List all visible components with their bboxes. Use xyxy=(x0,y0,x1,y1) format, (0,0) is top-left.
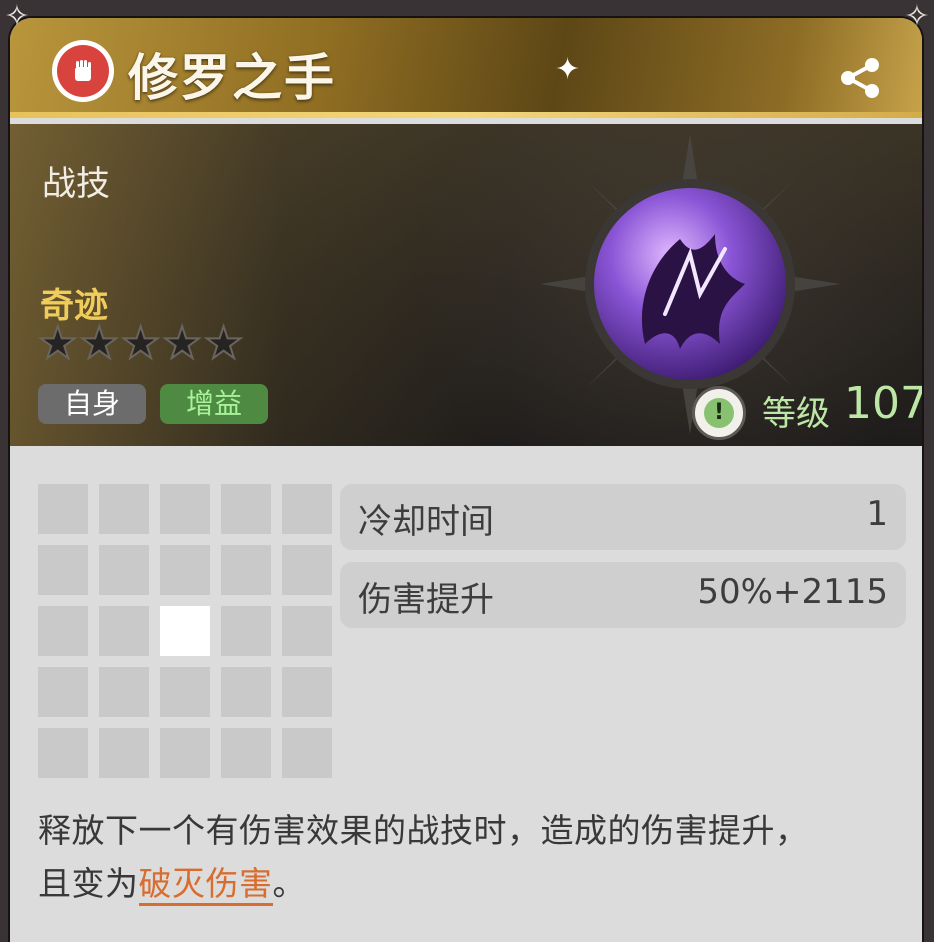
tag-buff: 增益 xyxy=(160,384,268,424)
description-line2: 且变为 xyxy=(38,864,139,903)
grid-cell xyxy=(282,667,332,717)
star-rating: ★ ★ ★ ★ ★ xyxy=(37,318,244,369)
grid-cell xyxy=(160,484,210,534)
exclamation-icon: ! xyxy=(692,386,746,440)
grid-cell xyxy=(221,728,271,778)
grid-cell xyxy=(160,667,210,717)
stat-row-damage: 伤害提升 50%+2115 xyxy=(340,562,906,628)
grid-cell xyxy=(99,606,149,656)
grid-cell xyxy=(99,667,149,717)
grid-cell xyxy=(221,484,271,534)
grid-cell xyxy=(38,545,88,595)
level-label: 等级 xyxy=(762,394,830,434)
description-line1: 释放下一个有伤害效果的战技时，造成的伤害提升， xyxy=(38,811,809,850)
skill-card: 修罗之手 ✦ 战技 奇迹 ★ ★ ★ ★ ★ 自身 增益 ! 等级 107 冷却… xyxy=(10,18,922,942)
grid-cell xyxy=(99,545,149,595)
grid-cell xyxy=(99,728,149,778)
level-value: 107 xyxy=(844,378,922,429)
fist-icon xyxy=(52,40,114,102)
stat-name: 伤害提升 xyxy=(358,580,494,620)
corner-ornament-right: ✧ xyxy=(904,0,930,34)
star-icon: ★ xyxy=(203,318,244,369)
grid-cell xyxy=(38,484,88,534)
star-icon: ★ xyxy=(37,318,78,369)
stat-value: 1 xyxy=(866,494,888,534)
grid-cell xyxy=(282,728,332,778)
description-suffix: 。 xyxy=(272,864,306,903)
grid-cell xyxy=(160,545,210,595)
star-icon: ★ xyxy=(120,318,161,369)
grid-cell xyxy=(38,728,88,778)
skill-hero: 战技 奇迹 ★ ★ ★ ★ ★ 自身 增益 ! 等级 107 xyxy=(10,124,922,446)
star-icon: ★ xyxy=(161,318,202,369)
grid-cell xyxy=(221,667,271,717)
stat-name: 冷却时间 xyxy=(358,502,494,542)
grid-cell xyxy=(160,728,210,778)
damage-type-link[interactable]: 破灭伤害 xyxy=(138,864,273,906)
grid-cell xyxy=(38,606,88,656)
skill-description: 释放下一个有伤害效果的战技时，造成的伤害提升， 且变为破灭伤害。 xyxy=(38,804,908,910)
grid-cell xyxy=(221,606,271,656)
sparkle-icon: ✦ xyxy=(555,52,581,87)
grid-cell xyxy=(282,545,332,595)
grid-cell xyxy=(38,667,88,717)
grid-cell xyxy=(282,484,332,534)
skill-type-label: 战技 xyxy=(42,164,110,204)
star-icon: ★ xyxy=(78,318,119,369)
share-icon[interactable] xyxy=(836,56,886,100)
tag-self: 自身 xyxy=(38,384,146,424)
stat-value: 50%+2115 xyxy=(697,572,888,612)
grid-cell xyxy=(221,545,271,595)
grid-cell xyxy=(99,484,149,534)
range-grid xyxy=(38,484,332,778)
card-header: 修罗之手 ✦ xyxy=(10,18,922,118)
skill-title: 修罗之手 xyxy=(128,49,336,107)
stat-row-cooldown: 冷却时间 1 xyxy=(340,484,906,550)
grid-cell-active xyxy=(160,606,210,656)
corner-ornament-left: ✧ xyxy=(4,0,30,34)
grid-cell xyxy=(282,606,332,656)
